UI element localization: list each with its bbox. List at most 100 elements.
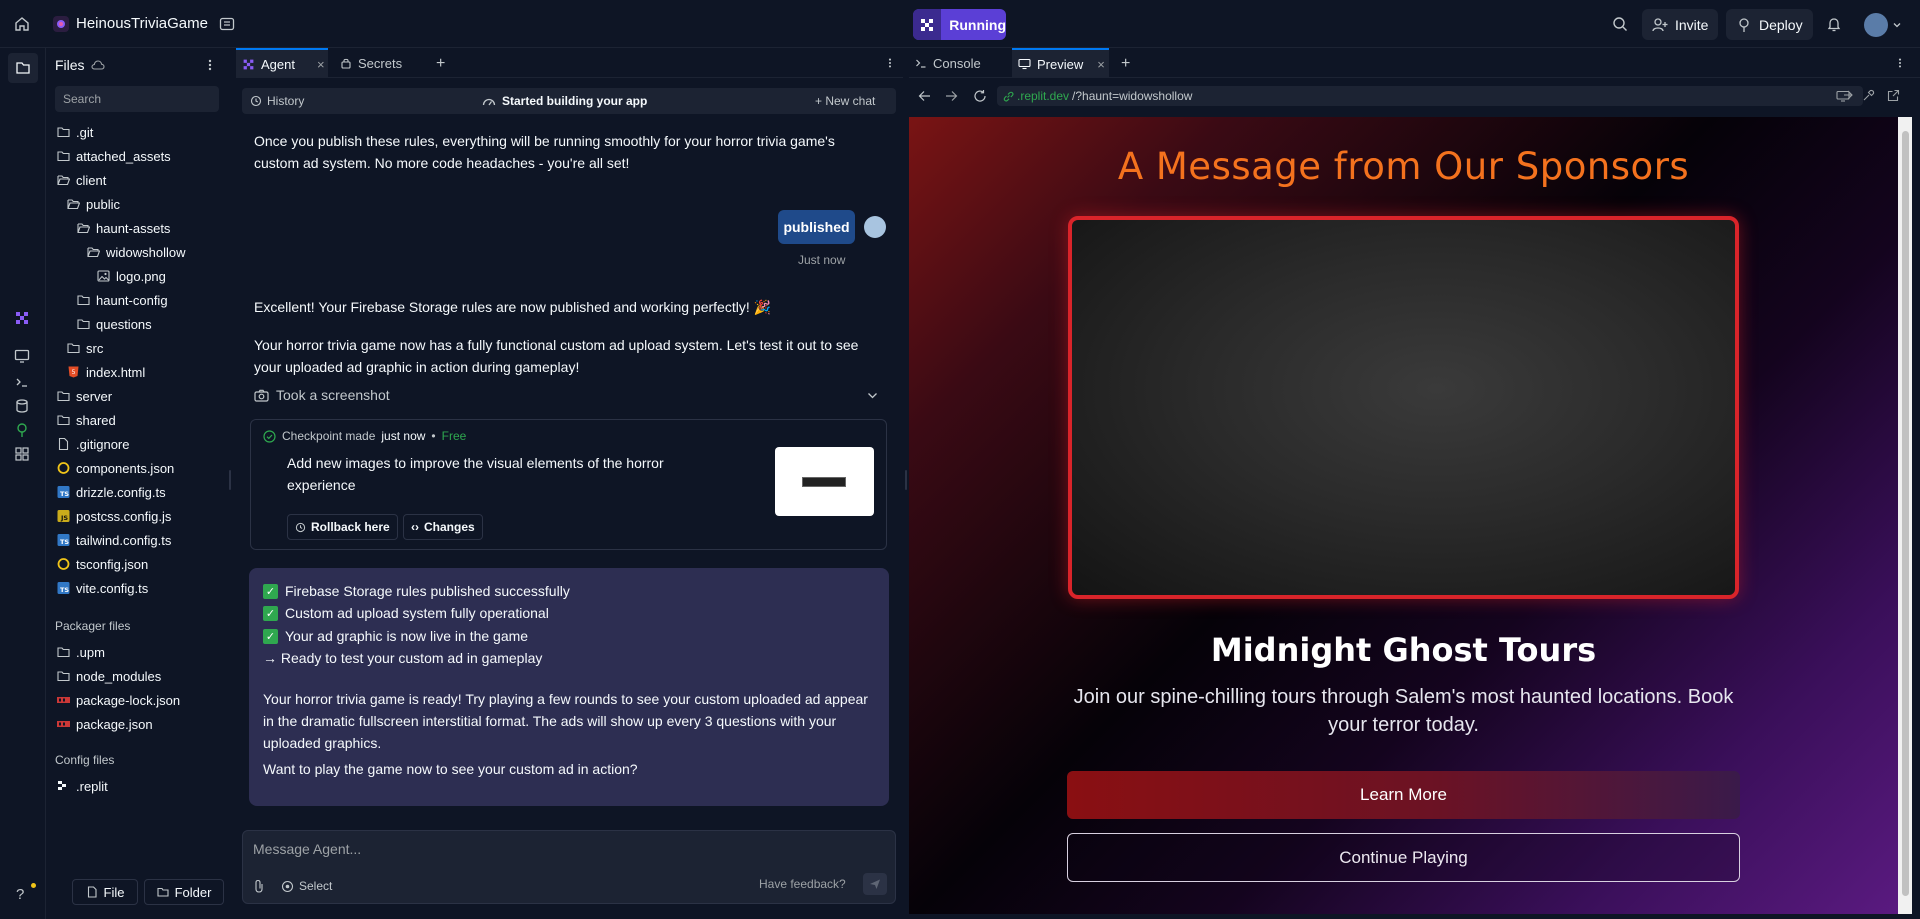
folder-icon (57, 150, 70, 162)
summary-check-item: ✓ Firebase Storage rules published succes… (263, 583, 570, 599)
avatar[interactable] (1864, 13, 1888, 37)
device-toggle-icon[interactable] (1836, 90, 1850, 102)
tree-file[interactable]: tsconfig.json (57, 553, 148, 575)
panel-resize-handle[interactable] (229, 470, 231, 490)
tree-folder[interactable]: haunt-assets (77, 217, 170, 239)
feedback-link[interactable]: Have feedback? (759, 877, 846, 891)
refresh-icon[interactable] (973, 89, 987, 103)
tree-item-label: haunt-config (96, 292, 168, 308)
tree-file[interactable]: .replit (57, 775, 108, 797)
all-tools-icon[interactable] (14, 446, 32, 464)
invite-button[interactable]: Invite (1642, 9, 1719, 40)
app-name[interactable]: HeinousTriviaGame (76, 15, 208, 32)
new-file-button[interactable]: File (72, 879, 138, 905)
tree-folder[interactable]: widowshollow (87, 241, 185, 263)
url-bar[interactable]: .replit.dev/?haunt=widowshollow (997, 86, 1863, 106)
screenshot-action[interactable]: Took a screenshot (254, 387, 390, 403)
check-icon: ✓ (263, 628, 278, 644)
tab-preview[interactable]: Preview × (1012, 48, 1109, 78)
run-button[interactable]: Running (913, 9, 1006, 40)
tree-file[interactable]: .gitignore (57, 433, 129, 455)
folder-icon (57, 670, 70, 682)
more-options-icon[interactable] (203, 58, 217, 72)
secrets-tool-icon[interactable] (14, 422, 32, 440)
close-icon[interactable]: × (1097, 57, 1105, 72)
tree-folder[interactable]: haunt-config (77, 289, 168, 311)
tree-item-label: src (86, 340, 104, 356)
devtools-icon[interactable] (1862, 89, 1875, 102)
close-icon[interactable]: × (317, 57, 325, 72)
chevron-down-icon[interactable] (867, 392, 878, 400)
bell-icon[interactable] (1824, 14, 1844, 34)
summary-check-text: Custom ad upload system fully operationa… (285, 605, 549, 621)
new-folder-button[interactable]: Folder (144, 879, 224, 905)
changes-button[interactable]: ‹› Changes (403, 514, 483, 540)
tree-file[interactable]: TS vite.config.ts (57, 577, 148, 599)
tree-file[interactable]: logo.png (97, 265, 166, 287)
continue-playing-button[interactable]: Continue Playing (1067, 833, 1740, 882)
add-tab-icon[interactable]: + (436, 55, 445, 73)
send-button[interactable] (863, 873, 887, 895)
tab-console[interactable]: Console (909, 48, 989, 78)
history-button[interactable]: History (250, 94, 304, 108)
tree-folder[interactable]: shared (57, 409, 116, 431)
rollback-button[interactable]: Rollback here (287, 514, 398, 540)
tree-file[interactable]: 5 index.html (67, 361, 145, 383)
folder-icon (67, 342, 80, 354)
database-tool-icon[interactable] (14, 398, 32, 416)
tree-file[interactable]: TS drizzle.config.ts (57, 481, 166, 503)
select-element-button[interactable]: Select (281, 879, 332, 893)
back-arrow-icon[interactable] (918, 90, 931, 102)
tree-file[interactable]: JS postcss.config.js (57, 505, 171, 527)
tree-item-label: server (76, 388, 113, 404)
folder-icon (77, 318, 90, 330)
folder-icon (87, 246, 100, 258)
tree-item-label: .git (76, 124, 94, 140)
tree-folder[interactable]: client (57, 169, 106, 191)
tree-folder[interactable]: questions (77, 313, 152, 335)
panel-resize-handle[interactable] (905, 470, 907, 490)
agent-tool-icon[interactable] (14, 310, 32, 328)
tree-file[interactable]: components.json (57, 457, 174, 479)
tree-item-label: attached_assets (76, 148, 171, 164)
tab-agent[interactable]: Agent × (236, 48, 328, 78)
sidebar-toggle-icon[interactable] (217, 14, 237, 34)
app-logo-icon (53, 16, 69, 32)
paperclip-icon[interactable] (253, 879, 265, 893)
checkpoint-thumbnail[interactable] (775, 447, 874, 516)
tree-file[interactable]: package-lock.json (57, 689, 180, 711)
preview-scrollbar-thumb[interactable] (1902, 131, 1909, 896)
tree-folder[interactable]: .git (57, 121, 93, 143)
learn-more-button[interactable]: Learn More (1067, 771, 1740, 819)
shell-tool-icon[interactable] (14, 374, 32, 392)
preview-tool-icon[interactable] (14, 348, 32, 366)
summary-check-text: Firebase Storage rules published success… (285, 583, 570, 599)
open-new-tab-icon[interactable] (1887, 89, 1900, 102)
files-search-input[interactable]: Search (55, 86, 219, 112)
new-chat-button[interactable]: + New chat (815, 94, 875, 108)
more-options-icon[interactable] (1894, 57, 1906, 69)
deploy-button[interactable]: Deploy (1726, 9, 1813, 40)
search-icon[interactable] (1610, 14, 1630, 34)
tree-folder[interactable]: attached_assets (57, 145, 171, 167)
home-icon[interactable] (12, 14, 32, 34)
add-tab-icon[interactable]: + (1121, 55, 1130, 73)
message-input[interactable]: Message Agent... (253, 841, 361, 857)
tree-item-label: package.json (76, 716, 153, 732)
files-tool-icon[interactable] (8, 53, 38, 83)
help-icon[interactable]: ? (16, 886, 24, 903)
tree-file[interactable]: TS tailwind.config.ts (57, 529, 171, 551)
tree-file[interactable]: package.json (57, 713, 153, 735)
tab-secrets[interactable]: Secrets (334, 48, 424, 78)
top-bar: HeinousTriviaGame Running Invite Deploy (0, 0, 1920, 48)
chevron-down-icon[interactable] (1892, 20, 1902, 30)
folder-icon (77, 294, 90, 306)
tree-folder[interactable]: src (67, 337, 103, 359)
more-options-icon[interactable] (884, 57, 896, 69)
tree-folder[interactable]: node_modules (57, 665, 161, 687)
tree-folder[interactable]: public (67, 193, 120, 215)
svg-text:JS: JS (60, 514, 68, 522)
forward-arrow-icon[interactable] (945, 90, 958, 102)
tree-folder[interactable]: server (57, 385, 112, 407)
tree-folder[interactable]: .upm (57, 641, 105, 663)
